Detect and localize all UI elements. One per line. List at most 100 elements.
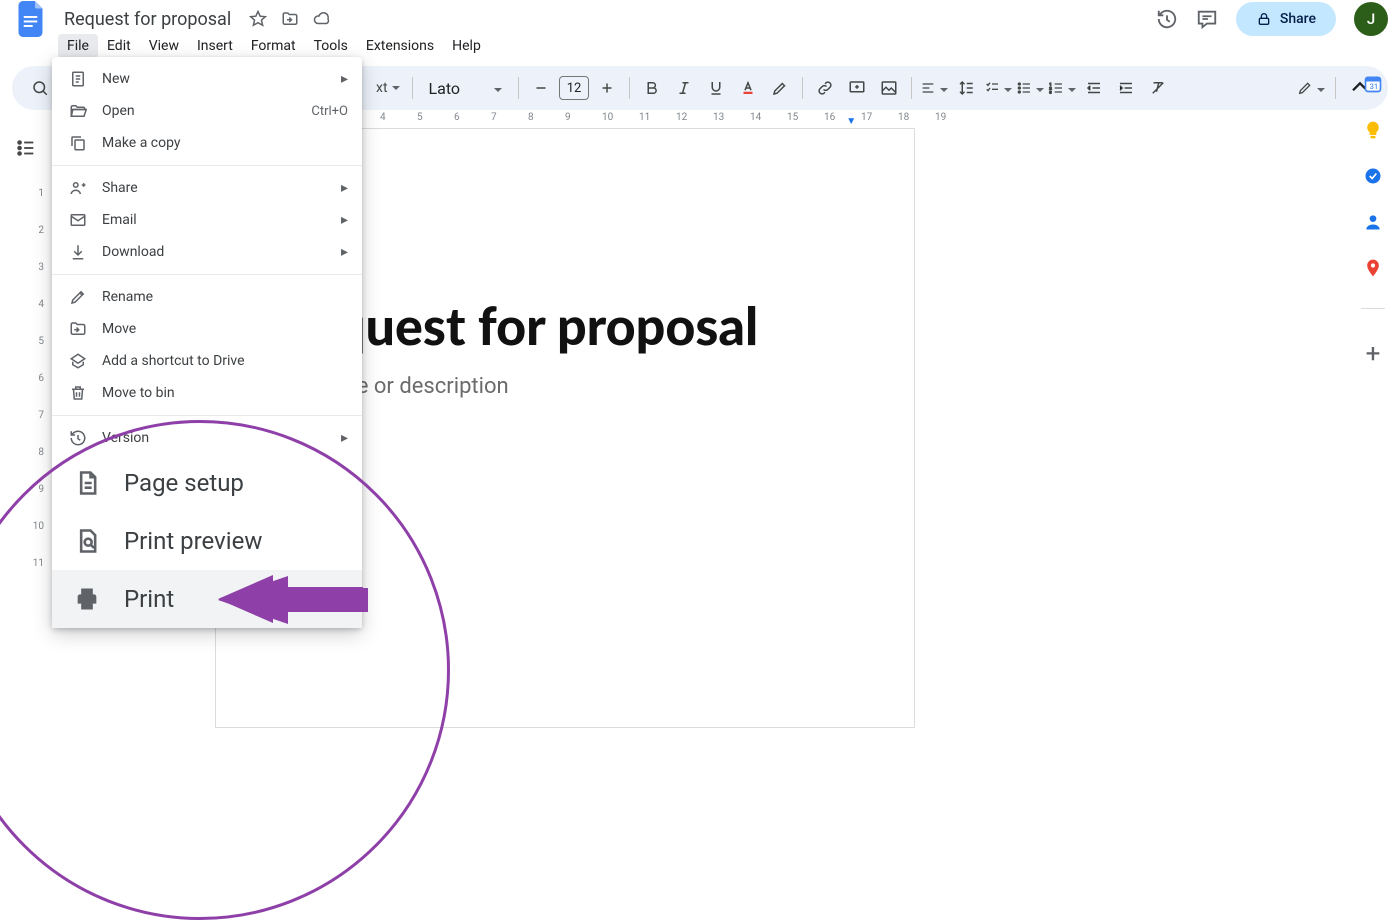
file-menu-print-preview[interactable]: Print preview [52, 512, 362, 570]
menu-item-label: Share [102, 180, 327, 196]
italic-icon[interactable] [670, 74, 698, 102]
font-size-increase[interactable] [593, 74, 621, 102]
editing-mode-icon[interactable] [1297, 74, 1325, 102]
print-icon [72, 585, 102, 613]
bulleted-list-icon[interactable] [1016, 74, 1044, 102]
file-menu-add-a-shortcut-to-drive[interactable]: Add a shortcut to Drive [52, 345, 362, 377]
file-menu-print[interactable]: Print [52, 570, 362, 628]
align-icon[interactable] [920, 74, 948, 102]
menu-item-label: Print [124, 585, 348, 613]
trash-icon [68, 384, 88, 402]
file-menu-new[interactable]: New ▸ [52, 63, 362, 95]
text-color-icon[interactable] [734, 74, 762, 102]
doc-title[interactable]: Request for proposal [58, 7, 237, 32]
move-icon [68, 320, 88, 338]
font-family[interactable]: Lato [421, 79, 511, 98]
menu-item-label: Rename [102, 289, 348, 305]
paragraph-style[interactable]: xt [372, 80, 404, 96]
get-addons-icon[interactable]: + [1366, 339, 1381, 369]
file-menu-open[interactable]: OpenCtrl+O [52, 95, 362, 127]
add-comment-icon[interactable] [843, 74, 871, 102]
menu-tools[interactable]: Tools [305, 34, 357, 58]
star-icon[interactable] [249, 10, 267, 28]
indent-decrease-icon[interactable] [1080, 74, 1108, 102]
insert-image-icon[interactable] [875, 74, 903, 102]
highlight-icon[interactable] [766, 74, 794, 102]
page-icon [72, 469, 102, 497]
copy-icon [68, 134, 88, 152]
svg-text:3: 3 [1049, 89, 1051, 94]
share-button[interactable]: Share [1236, 2, 1336, 36]
side-panel: 31 + [1346, 66, 1400, 369]
menu-item-label: Page setup [124, 469, 348, 497]
menu-view[interactable]: View [140, 34, 188, 58]
file-menu-page-setup[interactable]: Page setup [52, 454, 362, 512]
file-menu-share[interactable]: Share ▸ [52, 172, 362, 204]
email-icon [68, 211, 88, 229]
indent-increase-icon[interactable] [1112, 74, 1140, 102]
history-icon[interactable] [1156, 8, 1178, 30]
contacts-icon[interactable] [1363, 212, 1383, 232]
numbered-list-icon[interactable]: 123 [1048, 74, 1076, 102]
font-size-decrease[interactable] [527, 74, 555, 102]
move-to-folder-icon[interactable] [281, 10, 299, 28]
file-menu-download[interactable]: Download ▸ [52, 236, 362, 268]
rename-icon [68, 288, 88, 306]
font-size[interactable]: 12 [559, 76, 589, 100]
submenu-arrow-icon: ▸ [341, 212, 348, 228]
file-menu-dropdown: New▸OpenCtrl+OMake a copyShare▸Email▸Dow… [52, 57, 362, 628]
submenu-arrow-icon: ▸ [341, 180, 348, 196]
share-icon [68, 179, 88, 197]
menu-insert[interactable]: Insert [188, 34, 242, 58]
menu-item-label: New [102, 71, 327, 87]
doc-icon [68, 70, 88, 88]
comments-icon[interactable] [1196, 8, 1218, 30]
checklist-icon[interactable] [984, 74, 1012, 102]
file-menu-move-to-bin[interactable]: Move to bin [52, 377, 362, 409]
menu-item-label: Add a shortcut to Drive [102, 353, 348, 369]
file-menu-make-a-copy[interactable]: Make a copy [52, 127, 362, 159]
insert-link-icon[interactable] [811, 74, 839, 102]
share-label: Share [1280, 11, 1316, 27]
lock-icon [1256, 11, 1272, 27]
keep-icon[interactable] [1363, 120, 1383, 140]
submenu-arrow-icon: ▸ [341, 430, 348, 446]
file-menu-version-history[interactable]: Version ▸ [52, 422, 362, 454]
menubar: File Edit View Insert Format Tools Exten… [0, 32, 1400, 60]
menu-item-label: Make a copy [102, 135, 348, 151]
open-icon [68, 102, 88, 120]
docs-logo[interactable] [12, 0, 52, 43]
underline-icon[interactable] [702, 74, 730, 102]
clear-formatting-icon[interactable] [1144, 74, 1172, 102]
page-subtitle: A subtitle or description [276, 374, 854, 399]
svg-text:31: 31 [1370, 82, 1378, 91]
tasks-icon[interactable] [1363, 166, 1383, 186]
maps-icon[interactable] [1363, 258, 1383, 278]
download-icon [68, 243, 88, 261]
bold-icon[interactable] [638, 74, 666, 102]
calendar-icon[interactable]: 31 [1363, 74, 1383, 94]
menu-item-label: Download [102, 244, 327, 260]
search-menus-icon[interactable] [26, 74, 54, 102]
menu-item-label: Move to bin [102, 385, 348, 401]
file-menu-move[interactable]: Move [52, 313, 362, 345]
page-heading: Request for proposal [276, 299, 854, 354]
menu-format[interactable]: Format [242, 34, 305, 58]
menu-item-label: Move [102, 321, 348, 337]
menu-item-label: Email [102, 212, 327, 228]
file-menu-email[interactable]: Email ▸ [52, 204, 362, 236]
line-spacing-icon[interactable] [952, 74, 980, 102]
avatar[interactable]: J [1354, 2, 1388, 36]
menu-extensions[interactable]: Extensions [357, 34, 443, 58]
submenu-arrow-icon: ▸ [341, 244, 348, 260]
cloud-status-icon[interactable] [313, 10, 331, 28]
menu-edit[interactable]: Edit [98, 34, 140, 58]
file-menu-rename[interactable]: Rename [52, 281, 362, 313]
history-icon [68, 429, 88, 447]
menu-help[interactable]: Help [443, 34, 490, 58]
vertical-ruler[interactable]: 1234567891011 [0, 128, 50, 700]
menu-file[interactable]: File [58, 34, 98, 58]
submenu-arrow-icon: ▸ [341, 71, 348, 87]
menu-item-label: Open [102, 103, 297, 119]
menu-item-label: Version [102, 430, 327, 446]
